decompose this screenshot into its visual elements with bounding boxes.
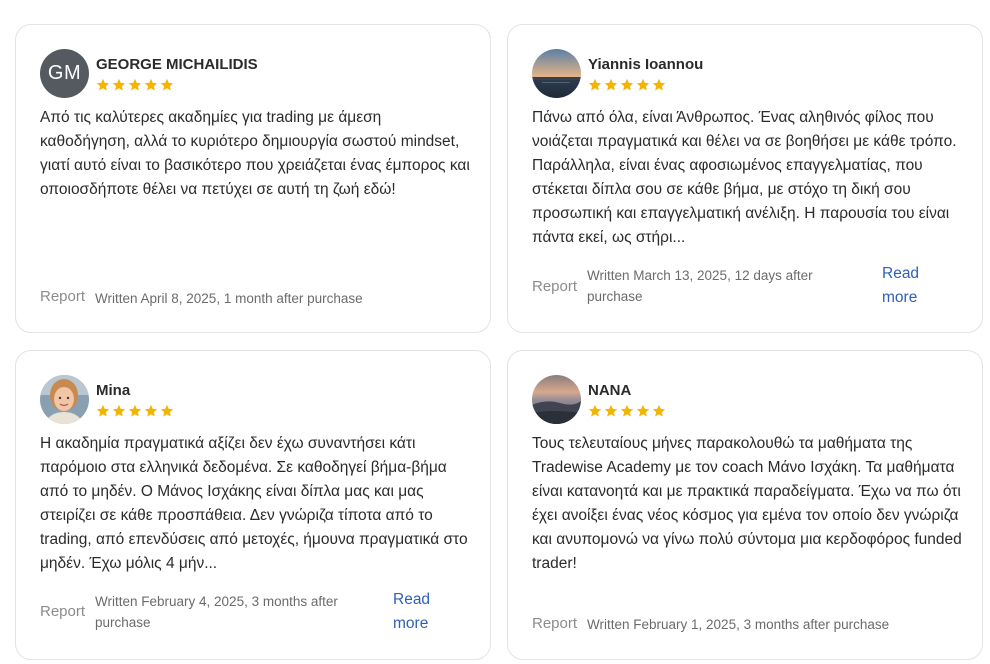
written-date: Written February 4, 2025, 3 months after… <box>95 594 338 630</box>
read-more-line[interactable]: more <box>882 286 919 310</box>
reviewer-name: NANA <box>588 382 632 399</box>
landscape-photo-avatar-icon <box>532 375 581 424</box>
star-icon <box>604 78 618 91</box>
star-rating <box>96 78 174 92</box>
read-more-line[interactable]: more <box>393 612 430 636</box>
star-icon <box>112 404 126 417</box>
review-card: GM GEORGE MICHAILIDIS Από τις καλύτερες … <box>15 24 491 333</box>
star-icon <box>636 404 650 417</box>
star-icon <box>144 404 158 417</box>
star-icon <box>160 78 174 91</box>
review-card: Mina Η ακαδημία πραγματικά αξίζει δεν έχ… <box>15 350 491 660</box>
person-photo-avatar-icon <box>40 375 89 424</box>
star-rating <box>96 404 174 418</box>
star-icon <box>588 78 602 91</box>
star-icon <box>620 404 634 417</box>
star-icon <box>128 404 142 417</box>
written-date: Written April 8, 2025, 1 month after pur… <box>95 291 363 306</box>
report-link[interactable]: Report <box>40 603 85 620</box>
report-link[interactable]: Report <box>40 288 85 305</box>
avatar <box>40 375 89 424</box>
star-icon <box>96 404 110 417</box>
star-icon <box>620 78 634 91</box>
reviewer-name: Mina <box>96 382 131 399</box>
star-icon <box>128 78 142 91</box>
written-date: Written February 1, 2025, 3 months after… <box>587 617 890 632</box>
avatar: GM <box>40 49 89 98</box>
star-icon <box>96 78 110 91</box>
avatar <box>532 375 581 424</box>
review-card: NANA Τους τελευταίους μήνες παρακολουθώ … <box>507 350 983 660</box>
star-icon <box>652 78 666 91</box>
read-more-link[interactable]: Read more <box>882 262 919 310</box>
avatar <box>532 49 581 98</box>
review-card: Yiannis Ioannou Πάνω από όλα, είναι Άνθρ… <box>507 24 983 333</box>
star-icon <box>636 78 650 91</box>
review-text: Η ακαδημία πραγματικά αξίζει δεν έχω συν… <box>40 435 468 572</box>
star-icon <box>144 78 158 91</box>
star-rating <box>588 404 666 418</box>
review-text: Από τις καλύτερες ακαδημίες για trading … <box>40 109 470 198</box>
star-icon <box>604 404 618 417</box>
report-link[interactable]: Report <box>532 615 577 632</box>
star-icon <box>588 404 602 417</box>
star-icon <box>652 404 666 417</box>
report-link[interactable]: Report <box>532 278 577 295</box>
read-more-line[interactable]: Read <box>882 262 919 286</box>
read-more-link[interactable]: Read more <box>393 588 430 636</box>
star-rating <box>588 78 666 92</box>
written-date: Written March 13, 2025, 12 days after pu… <box>587 268 813 304</box>
review-text: Πάνω από όλα, είναι Άνθρωπος. Ένας αληθι… <box>532 109 957 246</box>
reviewer-name: GEORGE MICHAILIDIS <box>96 56 258 73</box>
review-text: Τους τελευταίους μήνες παρακολουθώ τα μα… <box>532 435 962 572</box>
star-icon <box>112 78 126 91</box>
star-icon <box>160 404 174 417</box>
reviewer-name: Yiannis Ioannou <box>588 56 704 73</box>
read-more-line[interactable]: Read <box>393 588 430 612</box>
sunset-photo-avatar-icon <box>532 49 581 98</box>
